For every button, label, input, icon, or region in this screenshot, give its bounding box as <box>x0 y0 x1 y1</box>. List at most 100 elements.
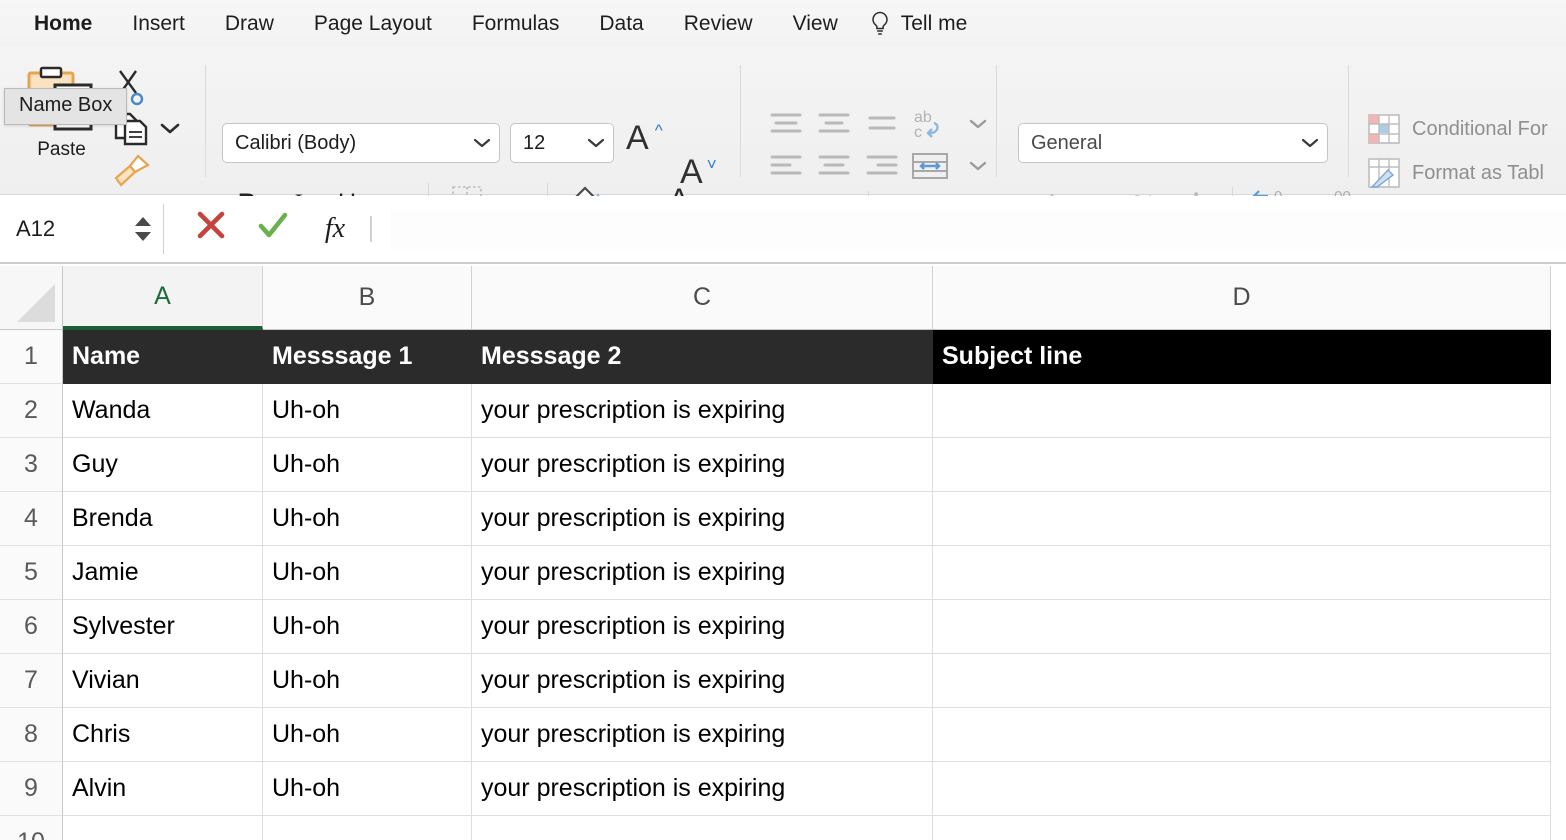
cell-B7[interactable]: Uh-oh <box>263 654 472 708</box>
cell-B9[interactable]: Uh-oh <box>263 762 472 816</box>
cell-C2[interactable]: your prescription is expiring <box>472 384 933 438</box>
chevron-down-icon <box>473 132 491 155</box>
merge-cells-button[interactable] <box>906 149 954 183</box>
cell-D8[interactable] <box>933 708 1551 762</box>
column-header-b[interactable]: B <box>263 266 472 330</box>
row-header-5[interactable]: 5 <box>0 546 63 600</box>
row-header-7[interactable]: 7 <box>0 654 63 708</box>
cell-C7[interactable]: your prescription is expiring <box>472 654 933 708</box>
align-middle-button[interactable] <box>810 110 858 138</box>
cell-D5[interactable] <box>933 546 1551 600</box>
cell-A6[interactable]: Sylvester <box>63 600 263 654</box>
cell-B10[interactable] <box>263 816 472 840</box>
font-name-select[interactable]: Calibri (Body) <box>222 123 500 163</box>
spreadsheet-grid: ABCD 12345678910 NameMesssage 1Messsage … <box>0 266 1566 840</box>
tab-view[interactable]: View <box>773 0 858 47</box>
cell-C3[interactable]: your prescription is expiring <box>472 438 933 492</box>
font-size-select[interactable]: 12 <box>510 123 614 163</box>
tab-formulas[interactable]: Formulas <box>452 0 580 47</box>
column-header-a[interactable]: A <box>63 266 263 330</box>
formula-input[interactable] <box>390 209 1566 249</box>
name-box[interactable]: A12 <box>2 204 164 254</box>
cell-D3[interactable] <box>933 438 1551 492</box>
align-bottom-button[interactable] <box>858 110 906 138</box>
cell-B3[interactable]: Uh-oh <box>263 438 472 492</box>
cell-A5[interactable]: Jamie <box>63 546 263 600</box>
format-as-table-button[interactable]: Format as Tabl <box>1368 151 1548 195</box>
tab-data[interactable]: Data <box>579 0 663 47</box>
name-box-spinner[interactable] <box>134 216 152 242</box>
format-as-table-label: Format as Tabl <box>1412 162 1544 185</box>
cell-A1[interactable]: Name <box>63 330 263 384</box>
row-header-3[interactable]: 3 <box>0 438 63 492</box>
conditional-formatting-label: Conditional For <box>1412 118 1548 141</box>
wrap-text-chevron-down-icon[interactable] <box>954 118 1002 130</box>
tab-page-layout[interactable]: Page Layout <box>294 0 452 47</box>
column-header-c[interactable]: C <box>472 266 933 330</box>
cell-D10[interactable] <box>933 816 1551 840</box>
tab-home[interactable]: Home <box>14 0 112 47</box>
column-header-d[interactable]: D <box>933 266 1551 330</box>
cell-C10[interactable] <box>472 816 933 840</box>
row-header-9[interactable]: 9 <box>0 762 63 816</box>
cell-D7[interactable] <box>933 654 1551 708</box>
row-header-1[interactable]: 1 <box>0 330 63 384</box>
column-headers: ABCD <box>0 266 1566 330</box>
cell-C9[interactable]: your prescription is expiring <box>472 762 933 816</box>
align-center-button[interactable] <box>810 152 858 180</box>
cell-C6[interactable]: your prescription is expiring <box>472 600 933 654</box>
cell-A9[interactable]: Alvin <box>63 762 263 816</box>
cell-D2[interactable] <box>933 384 1551 438</box>
cell-B5[interactable]: Uh-oh <box>263 546 472 600</box>
cell-D6[interactable] <box>933 600 1551 654</box>
select-all-corner[interactable] <box>0 266 63 330</box>
wrap-text-button[interactable]: ab c <box>906 106 954 142</box>
formula-bar-divider <box>370 216 372 242</box>
cell-D1[interactable]: Subject line <box>933 330 1551 384</box>
cell-A8[interactable]: Chris <box>63 708 263 762</box>
cell-C8[interactable]: your prescription is expiring <box>472 708 933 762</box>
cell-B8[interactable]: Uh-oh <box>263 708 472 762</box>
merge-chevron-down-icon[interactable] <box>954 160 1002 172</box>
conditional-formatting-button[interactable]: Conditional For <box>1368 107 1548 151</box>
row-header-10[interactable]: 10 <box>0 816 63 840</box>
chevron-down-icon <box>587 132 605 155</box>
ribbon-tab-bar: Home Insert Draw Page Layout Formulas Da… <box>0 0 1566 47</box>
chevron-down-icon <box>1301 132 1319 155</box>
format-painter-button[interactable] <box>112 153 194 193</box>
cell-C5[interactable]: your prescription is expiring <box>472 546 933 600</box>
confirm-edit-button[interactable] <box>242 208 304 250</box>
row-header-2[interactable]: 2 <box>0 384 63 438</box>
format-as-table-icon <box>1368 158 1400 188</box>
align-left-button[interactable] <box>762 152 810 180</box>
row-header-8[interactable]: 8 <box>0 708 63 762</box>
cell-B6[interactable]: Uh-oh <box>263 600 472 654</box>
insert-function-button[interactable]: fx <box>304 213 366 245</box>
cell-B4[interactable]: Uh-oh <box>263 492 472 546</box>
ribbon: Paste <box>0 47 1566 195</box>
cell-C1[interactable]: Messsage 2 <box>472 330 933 384</box>
cell-D4[interactable] <box>933 492 1551 546</box>
formula-bar: A12 fx <box>0 196 1566 264</box>
cell-A3[interactable]: Guy <box>63 438 263 492</box>
copy-chevron-down-icon[interactable] <box>160 122 180 140</box>
cell-A2[interactable]: Wanda <box>63 384 263 438</box>
row-header-6[interactable]: 6 <box>0 600 63 654</box>
align-top-button[interactable] <box>762 110 810 138</box>
cell-A7[interactable]: Vivian <box>63 654 263 708</box>
tab-review[interactable]: Review <box>664 0 773 47</box>
align-right-button[interactable] <box>858 152 906 180</box>
cancel-edit-button[interactable] <box>180 208 242 250</box>
increase-font-size-button[interactable]: A^ <box>626 121 649 155</box>
cell-C4[interactable]: your prescription is expiring <box>472 492 933 546</box>
cell-A10[interactable] <box>63 816 263 840</box>
tab-insert[interactable]: Insert <box>112 0 205 47</box>
cell-B1[interactable]: Messsage 1 <box>263 330 472 384</box>
row-header-4[interactable]: 4 <box>0 492 63 546</box>
cell-D9[interactable] <box>933 762 1551 816</box>
cell-B2[interactable]: Uh-oh <box>263 384 472 438</box>
tab-draw[interactable]: Draw <box>205 0 294 47</box>
number-format-select[interactable]: General <box>1018 123 1328 163</box>
cell-A4[interactable]: Brenda <box>63 492 263 546</box>
tell-me-button[interactable]: Tell me <box>858 0 988 47</box>
